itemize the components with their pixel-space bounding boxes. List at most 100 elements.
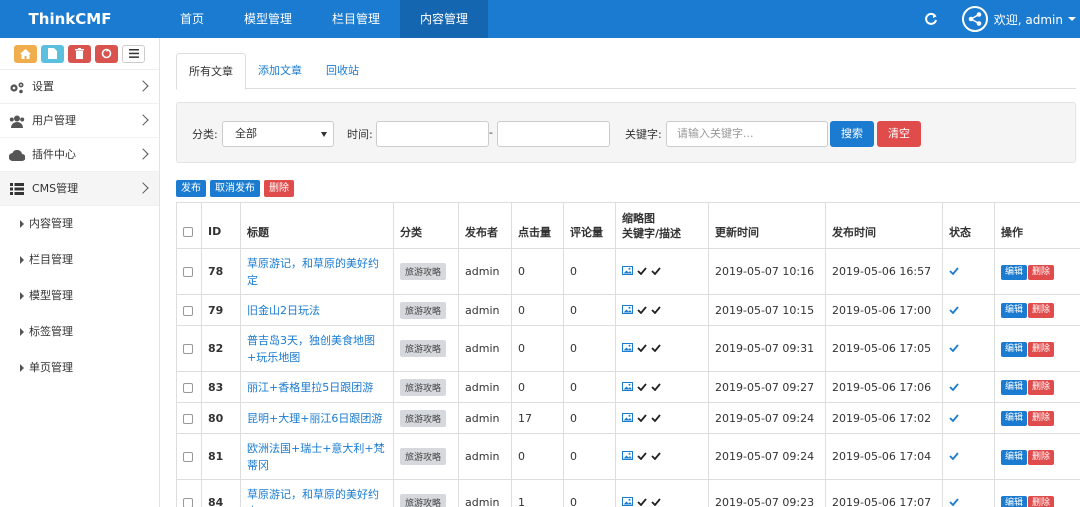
- trash-icon[interactable]: [68, 44, 91, 63]
- refresh-icon[interactable]: [922, 10, 940, 28]
- chevron-right-icon: [137, 182, 149, 194]
- article-title-link[interactable]: 欧洲法国+瑞士+意大利+梵蒂冈: [247, 440, 387, 474]
- row-select-cell[interactable]: [176, 433, 202, 480]
- image-icon[interactable]: [622, 342, 633, 355]
- edit-button[interactable]: 编辑: [1001, 411, 1028, 426]
- start-time-input[interactable]: [376, 121, 489, 147]
- cell-category: 旅游攻略: [393, 479, 459, 507]
- checkbox[interactable]: [183, 413, 193, 424]
- category-badge: 旅游攻略: [400, 409, 447, 427]
- home-icon[interactable]: [14, 44, 37, 63]
- edit-button[interactable]: 编辑: [1001, 341, 1028, 357]
- check-icon: [651, 304, 661, 317]
- checkbox[interactable]: [183, 452, 193, 462]
- main-content: 所有文章 添加文章 回收站 分类: 全部 时间: - 关键字: 请输入关键字..…: [176, 38, 1080, 507]
- delete-button[interactable]: 删除: [1028, 264, 1055, 280]
- article-title-link[interactable]: 丽江+香格里拉5日跟团游: [247, 379, 387, 396]
- delete-button[interactable]: 删除: [1028, 449, 1055, 465]
- category-badge: 旅游攻略: [400, 340, 447, 357]
- checkbox[interactable]: [183, 498, 193, 507]
- search-button[interactable]: 搜索: [830, 121, 874, 147]
- image-icon[interactable]: [622, 450, 633, 463]
- delete-button[interactable]: 删除: [1028, 303, 1055, 318]
- tab-add-article[interactable]: 添加文章: [246, 53, 314, 89]
- check-icon: [651, 412, 661, 425]
- sidebar-subitem-pages[interactable]: 单页管理: [0, 350, 159, 386]
- brand-logo[interactable]: ThinkCMF: [0, 0, 160, 38]
- keyword-input[interactable]: 请输入关键字...: [666, 121, 828, 147]
- nav-item-home[interactable]: 首页: [160, 0, 224, 38]
- image-icon[interactable]: [622, 381, 633, 394]
- tab-all-articles[interactable]: 所有文章: [176, 53, 246, 90]
- cell-updated: 2019-05-07 09:23: [708, 479, 826, 507]
- cell-status: [942, 248, 995, 295]
- delete-button[interactable]: 删除: [1028, 341, 1055, 357]
- header-thumbnail-line2: 关键字/描述: [622, 226, 682, 240]
- nav-item-content[interactable]: 内容管理: [400, 0, 489, 38]
- edit-button[interactable]: 编辑: [1001, 449, 1028, 465]
- checkbox[interactable]: [183, 267, 193, 277]
- keyword-label: 关键字:: [625, 128, 662, 141]
- edit-button[interactable]: 编辑: [1001, 264, 1028, 280]
- article-title-link[interactable]: 旧金山2日玩法: [247, 302, 387, 319]
- avatar-share-icon[interactable]: [961, 6, 988, 32]
- check-icon: [637, 412, 647, 425]
- sidebar-item-settings[interactable]: 设置: [0, 70, 159, 104]
- shortcut-bar: [0, 38, 159, 70]
- article-title-link[interactable]: 草原游记，和草原的美好约定: [247, 486, 387, 507]
- category-select-value: 全部: [235, 127, 257, 140]
- end-time-input[interactable]: [497, 121, 610, 147]
- row-select-cell[interactable]: [176, 325, 202, 372]
- sidebar-item-users[interactable]: 用户管理: [0, 104, 159, 138]
- checkbox[interactable]: [183, 344, 193, 354]
- image-icon[interactable]: [622, 496, 633, 507]
- recycle-icon[interactable]: [95, 44, 118, 63]
- checkbox[interactable]: [183, 305, 193, 316]
- edit-button[interactable]: 编辑: [1001, 303, 1028, 318]
- article-title-link[interactable]: 普吉岛3天，独创美食地图+玩乐地图: [247, 332, 387, 366]
- cell-comments: 0: [563, 479, 616, 507]
- list-icon[interactable]: [122, 44, 145, 63]
- checkbox[interactable]: [183, 382, 193, 393]
- sidebar-item-cms[interactable]: CMS管理: [0, 172, 159, 206]
- checkbox[interactable]: [183, 227, 193, 237]
- cell-category: 旅游攻略: [393, 325, 459, 372]
- sidebar-subitem-content[interactable]: 内容管理: [0, 206, 159, 242]
- row-select-cell[interactable]: [176, 294, 202, 326]
- delete-button[interactable]: 删除: [1028, 495, 1055, 507]
- nav-item-model[interactable]: 模型管理: [224, 0, 312, 38]
- image-icon[interactable]: [622, 304, 633, 317]
- header-select-all[interactable]: [176, 202, 202, 249]
- sidebar-item-plugins[interactable]: 插件中心: [0, 138, 159, 172]
- welcome-text[interactable]: 欢迎, admin: [994, 11, 1063, 28]
- article-title-link[interactable]: 草原游记，和草原的美好约定: [247, 255, 387, 289]
- edit-button[interactable]: 编辑: [1001, 380, 1028, 395]
- tab-recycle-bin[interactable]: 回收站: [314, 53, 371, 89]
- unpublish-button[interactable]: 取消发布: [210, 180, 260, 197]
- publish-button[interactable]: 发布: [176, 180, 206, 197]
- sidebar-subitem-category[interactable]: 栏目管理: [0, 242, 159, 278]
- category-select[interactable]: 全部: [222, 121, 334, 147]
- sidebar-subitem-tags[interactable]: 标签管理: [0, 314, 159, 350]
- row-select-cell[interactable]: [176, 402, 202, 434]
- nav-item-category[interactable]: 栏目管理: [312, 0, 400, 38]
- delete-button[interactable]: 删除: [1028, 411, 1055, 426]
- article-title-link[interactable]: 昆明+大理+丽江6日跟团游: [247, 410, 387, 427]
- edit-button[interactable]: 编辑: [1001, 495, 1028, 507]
- bulk-delete-button[interactable]: 删除: [264, 180, 294, 197]
- table-row: 84 草原游记，和草原的美好约定旅游攻略 admin10 2019-05-07 09:…: [176, 479, 1080, 507]
- cell-thumbnail: [615, 294, 709, 326]
- row-select-cell[interactable]: [176, 371, 202, 403]
- row-select-cell[interactable]: [176, 248, 202, 295]
- clear-button[interactable]: 清空: [877, 121, 921, 147]
- cell-title: 欧洲法国+瑞士+意大利+梵蒂冈: [240, 433, 394, 480]
- image-icon[interactable]: [622, 412, 633, 425]
- document-icon[interactable]: [41, 44, 64, 63]
- row-select-cell[interactable]: [176, 479, 202, 507]
- sidebar-subitem-model[interactable]: 模型管理: [0, 278, 159, 314]
- image-icon[interactable]: [622, 265, 633, 278]
- cell-author: admin: [458, 402, 512, 434]
- delete-button[interactable]: 删除: [1028, 380, 1055, 395]
- cell-status: [942, 433, 995, 480]
- chevron-down-icon[interactable]: [1068, 17, 1076, 21]
